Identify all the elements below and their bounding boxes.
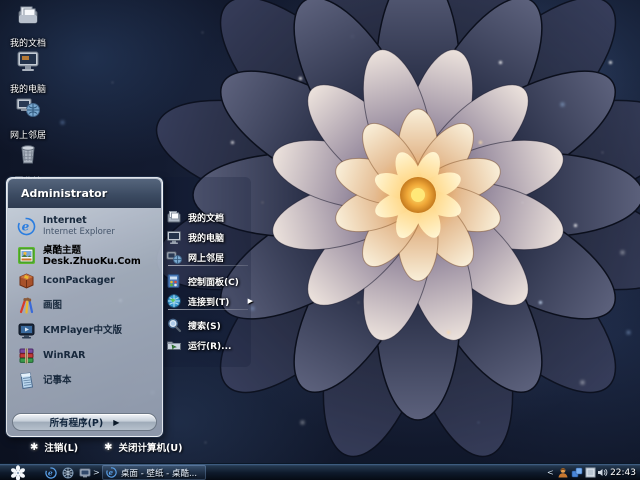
taskbar-window-button-label: 桌面 - 壁纸 - 桌酷... xyxy=(121,468,198,479)
svg-text:e: e xyxy=(109,468,114,477)
taskbar-clock[interactable]: 22:43 xyxy=(610,464,636,480)
run-icon xyxy=(166,337,182,353)
start-menu-item-network-places[interactable]: 网上邻居 xyxy=(166,247,251,267)
start-menu-item-label: 运行(R)... xyxy=(188,341,232,352)
start-menu-item-label: 我的文档 xyxy=(188,213,225,224)
logoff-star-icon: ✱ xyxy=(30,441,39,453)
user-name: Administrator xyxy=(21,187,108,200)
paint-icon xyxy=(17,296,36,315)
my-documents-icon xyxy=(166,209,182,225)
start-menu-item-label: 连接到(T) xyxy=(188,297,230,308)
iconpackager-icon xyxy=(17,271,36,290)
desktop-theme-icon xyxy=(17,246,36,265)
start-menu-item-label: IconPackager xyxy=(43,275,115,286)
desktop-icon-network-places[interactable]: 网上邻居 xyxy=(0,94,56,142)
start-menu-item-label: 搜索(S) xyxy=(188,321,221,332)
quick-launch-ie-icon[interactable]: e xyxy=(44,466,58,479)
start-menu-item-winrar[interactable]: WinRAR xyxy=(12,343,157,368)
shut-down-label: 关闭计算机(U) xyxy=(118,443,183,454)
start-flower-icon xyxy=(11,464,25,480)
start-menu-item-label: WinRAR xyxy=(43,350,86,361)
desktop-icon-my-computer[interactable]: 我的电脑 xyxy=(0,48,56,96)
all-programs-button[interactable]: 所有程序(P) ▶ xyxy=(12,413,157,431)
quick-launch-expand-chevron[interactable]: > xyxy=(93,464,100,480)
log-off-label: 注销(L) xyxy=(44,443,79,454)
start-menu-header: Administrator xyxy=(8,179,161,208)
start-menu-footer: ✱ 注销(L) ✱ 关闭计算机(U) xyxy=(30,440,183,455)
winrar-icon xyxy=(17,346,36,365)
connect-to-icon xyxy=(166,293,182,309)
tray-messenger-user-icon[interactable] xyxy=(557,467,569,478)
my-computer-icon xyxy=(15,48,41,74)
start-menu-item-label: 控制面板(C) xyxy=(188,277,239,288)
start-menu-item-label: 记事本 xyxy=(43,375,72,386)
all-programs-label: 所有程序(P) xyxy=(49,418,104,429)
start-menu-item-run[interactable]: 运行(R)... xyxy=(166,335,251,355)
start-menu-item-label: Internet Internet Explorer xyxy=(43,214,115,237)
submenu-arrow-icon: ▶ xyxy=(247,297,253,305)
start-menu-item-sublabel: Internet Explorer xyxy=(43,226,115,237)
start-menu: Administrator e Internet Internet Explor… xyxy=(5,176,253,438)
start-menu-item-connect-to[interactable]: 连接到(T) ▶ xyxy=(166,291,253,311)
start-menu-item-search[interactable]: 搜索(S) xyxy=(166,315,251,335)
start-menu-item-my-documents[interactable]: 我的文档 xyxy=(166,207,251,227)
search-icon xyxy=(166,317,182,333)
start-button[interactable] xyxy=(8,464,28,480)
taskbar-window-button[interactable]: e 桌面 - 壁纸 - 桌酷... xyxy=(102,465,206,480)
start-menu-item-control-panel[interactable]: 控制面板(C) xyxy=(166,271,251,291)
start-menu-item-zhuoku-theme[interactable]: 桌酷主题Desk.ZhuoKu.Com xyxy=(12,243,157,268)
internet-explorer-icon: e xyxy=(17,217,36,236)
tray-network-blocks-icon[interactable] xyxy=(571,467,583,478)
start-menu-separator xyxy=(168,309,248,310)
svg-text:e: e xyxy=(22,219,30,233)
my-documents-icon xyxy=(15,2,41,28)
start-menu-item-label: KMPlayer中文版 xyxy=(43,325,122,336)
desktop-icon-my-documents[interactable]: 我的文档 xyxy=(0,2,56,50)
notepad-icon xyxy=(17,371,36,390)
network-places-icon xyxy=(166,249,182,265)
start-menu-item-label: 桌酷主题Desk.ZhuoKu.Com xyxy=(43,244,141,267)
taskbar: e > e 桌面 - 壁纸 - 桌酷... < 22:43 xyxy=(0,463,640,480)
wallpaper-sparkles xyxy=(0,0,1,1)
start-menu-item-kmplayer[interactable]: KMPlayer中文版 xyxy=(12,318,157,343)
my-computer-icon xyxy=(166,229,182,245)
start-menu-item-label: 我的电脑 xyxy=(188,233,225,244)
shutdown-star-icon: ✱ xyxy=(104,441,113,453)
start-menu-item-label: 画图 xyxy=(43,300,63,311)
start-menu-item-internet[interactable]: e Internet Internet Explorer xyxy=(12,211,157,241)
start-menu-separator xyxy=(168,265,248,266)
start-menu-item-notepad[interactable]: 记事本 xyxy=(12,368,157,393)
quick-launch-show-desktop-icon[interactable] xyxy=(78,466,92,479)
tray-program-square-icon[interactable] xyxy=(585,467,597,478)
log-off-button[interactable]: ✱ 注销(L) xyxy=(30,440,79,455)
network-places-icon xyxy=(15,94,41,120)
start-menu-left-panel: Administrator e Internet Internet Explor… xyxy=(5,176,164,438)
start-menu-item-my-computer[interactable]: 我的电脑 xyxy=(166,227,251,247)
tray-volume-icon[interactable] xyxy=(597,467,609,478)
shut-down-button[interactable]: ✱ 关闭计算机(U) xyxy=(104,440,183,455)
recycle-bin-icon xyxy=(15,140,41,166)
all-programs-arrow-icon: ▶ xyxy=(113,417,120,427)
internet-explorer-icon: e xyxy=(106,467,117,478)
start-menu-item-paint[interactable]: 画图 xyxy=(12,293,157,318)
tray-collapse-chevron[interactable]: < xyxy=(547,464,554,480)
svg-text:e: e xyxy=(48,468,53,477)
quick-launch-browser-globe-icon[interactable] xyxy=(61,466,75,479)
control-panel-icon xyxy=(166,273,182,289)
start-menu-item-iconpackager[interactable]: IconPackager xyxy=(12,268,157,293)
desktop-screen: 我的文档 我的电脑 网上邻居 回收站 Administrator e xyxy=(0,0,640,480)
start-menu-item-label: 网上邻居 xyxy=(188,253,225,264)
kmplayer-icon xyxy=(17,321,36,340)
